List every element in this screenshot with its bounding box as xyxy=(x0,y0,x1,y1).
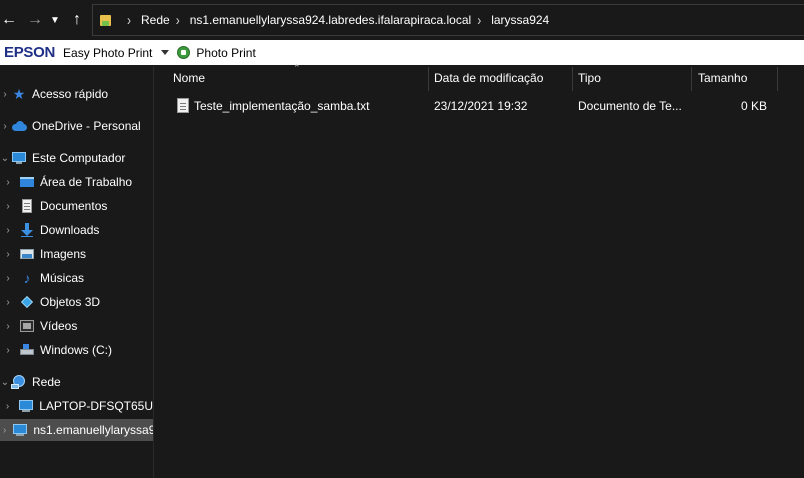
sidebar-item-label: Imagens xyxy=(40,247,87,261)
file-row[interactable]: Teste_implementação_samba.txt 23/12/2021… xyxy=(168,96,778,118)
sidebar-item-label: Windows (C:) xyxy=(40,343,113,357)
star-icon: ★ xyxy=(12,86,26,102)
photo-print-button[interactable]: Photo Print xyxy=(196,46,255,60)
chevron-right-icon[interactable]: › xyxy=(0,121,10,132)
sidebar-item-onedrive[interactable]: › OneDrive - Personal xyxy=(0,115,153,137)
pane-divider[interactable] xyxy=(153,66,154,478)
chevron-right-icon[interactable]: › xyxy=(3,177,13,188)
sidebar-item-este-computador[interactable]: ⌄ Este Computador xyxy=(0,147,153,169)
sidebar-item-label: Documentos xyxy=(40,199,108,213)
epson-toolbar: EPSON Easy Photo Print Photo Print xyxy=(0,40,804,65)
column-header-label: Data de modificação xyxy=(434,71,544,85)
text-file-icon xyxy=(177,98,189,113)
file-modified: 23/12/2021 19:32 xyxy=(434,99,528,113)
sidebar-item-imagens[interactable]: › Imagens xyxy=(0,243,153,265)
chevron-right-icon[interactable]: › xyxy=(3,401,12,412)
column-separator[interactable] xyxy=(777,67,778,91)
chevron-right-icon[interactable]: › xyxy=(3,273,13,284)
sidebar-item-label: Músicas xyxy=(40,271,85,285)
desktop-icon xyxy=(19,174,35,190)
dropdown-icon[interactable] xyxy=(161,50,170,55)
sidebar-item-area-de-trabalho[interactable]: › Área de Trabalho xyxy=(0,171,153,193)
image-icon xyxy=(19,246,35,262)
back-button[interactable]: ← xyxy=(0,5,18,35)
sidebar-item-ns1-server[interactable]: › ns1.emanuellylaryssa924.labredes.ifala… xyxy=(0,419,153,441)
sidebar-item-label: Rede xyxy=(32,375,61,389)
column-header-type[interactable]: Tipo xyxy=(572,66,690,90)
download-icon xyxy=(19,222,35,238)
column-header-name[interactable]: Nome xyxy=(167,66,427,90)
sidebar-item-rede[interactable]: ⌄ Rede xyxy=(0,371,153,393)
document-icon xyxy=(19,198,35,214)
recent-locations-button[interactable]: ▼ xyxy=(48,5,62,35)
photo-print-icon xyxy=(177,46,191,59)
network-folder-icon xyxy=(99,12,113,28)
sidebar-item-label: Objetos 3D xyxy=(40,295,101,309)
file-name: Teste_implementação_samba.txt xyxy=(194,99,370,113)
chevron-right-icon[interactable]: › xyxy=(0,89,10,100)
sidebar-item-videos[interactable]: › Vídeos xyxy=(0,315,153,337)
breadcrumb-rede[interactable]: Rede xyxy=(141,13,170,27)
sidebar-item-downloads[interactable]: › Downloads xyxy=(0,219,153,241)
address-bar[interactable]: › Rede › ns1.emanuellylaryssa924.labrede… xyxy=(92,4,804,36)
chevron-right-icon[interactable]: › xyxy=(3,249,13,260)
easy-photo-print-button[interactable]: Easy Photo Print xyxy=(63,46,152,60)
file-size: 0 KB xyxy=(741,99,768,113)
column-header-label: Nome xyxy=(173,71,206,85)
sidebar-item-label: Acesso rápido xyxy=(32,87,109,101)
sidebar-item-laptop[interactable]: › LAPTOP-DFSQT65U xyxy=(0,395,153,417)
chevron-right-icon[interactable]: › xyxy=(3,225,13,236)
breadcrumb-separator[interactable]: › xyxy=(176,12,180,29)
chevron-down-icon: ▼ xyxy=(50,14,60,26)
chevron-down-icon[interactable]: ⌄ xyxy=(0,377,10,388)
chevron-down-icon[interactable]: ⌄ xyxy=(0,153,10,164)
chevron-right-icon[interactable]: › xyxy=(3,321,13,332)
sidebar-item-objetos-3d[interactable]: › Objetos 3D xyxy=(0,291,153,313)
breadcrumb-share[interactable]: laryssa924 xyxy=(491,13,549,27)
cloud-icon xyxy=(11,118,27,134)
column-header-label: Tipo xyxy=(578,71,601,85)
breadcrumb-separator[interactable]: › xyxy=(127,12,131,29)
chevron-right-icon[interactable]: › xyxy=(3,425,6,436)
column-header-label: Tamanho xyxy=(698,71,748,85)
chevron-right-icon[interactable]: › xyxy=(3,297,13,308)
sidebar-item-label: Este Computador xyxy=(32,151,126,165)
epson-logo: EPSON xyxy=(4,44,56,61)
arrow-right-icon: → xyxy=(27,11,43,28)
sidebar-item-windows-c[interactable]: › Windows (C:) xyxy=(0,339,153,361)
computer-icon xyxy=(18,398,34,414)
column-header-size[interactable]: Tamanho xyxy=(692,66,777,90)
breadcrumb-separator[interactable]: › xyxy=(477,12,481,29)
chevron-right-icon[interactable]: › xyxy=(3,345,13,356)
navigation-pane: › ★ Acesso rápido › OneDrive - Personal … xyxy=(0,66,153,478)
sidebar-item-acesso-rapido[interactable]: › ★ Acesso rápido xyxy=(0,83,153,105)
file-type: Documento de Te... xyxy=(578,99,682,113)
sidebar-item-label: Downloads xyxy=(40,223,100,237)
sidebar-item-musicas[interactable]: › ♪ Músicas xyxy=(0,267,153,289)
sidebar-item-label: LAPTOP-DFSQT65U xyxy=(39,399,153,413)
computer-icon xyxy=(11,150,27,166)
network-icon xyxy=(11,374,27,390)
chevron-right-icon[interactable]: › xyxy=(3,201,13,212)
sidebar-item-label: ns1.emanuellylaryssa924.labredes.ifalara… xyxy=(33,423,153,437)
forward-button[interactable]: → xyxy=(24,5,46,35)
breadcrumb-server[interactable]: ns1.emanuellylaryssa924.labredes.ifalara… xyxy=(190,13,472,27)
up-button[interactable]: ↑ xyxy=(66,5,88,35)
column-header-modified[interactable]: Data de modificação xyxy=(428,66,571,90)
sidebar-item-label: Vídeos xyxy=(40,319,78,333)
navigation-bar: ← → ▼ ↑ › Rede › ns1.emanuellylaryssa924… xyxy=(0,0,804,40)
sidebar-item-label: Área de Trabalho xyxy=(40,175,133,189)
sidebar-item-documentos[interactable]: › Documentos xyxy=(0,195,153,217)
sidebar-item-label: OneDrive - Personal xyxy=(32,119,141,133)
music-icon: ♪ xyxy=(23,270,31,286)
video-icon xyxy=(19,318,35,334)
drive-icon xyxy=(19,342,35,358)
arrow-up-icon: ↑ xyxy=(73,11,81,28)
arrow-left-icon: ← xyxy=(1,11,17,28)
computer-icon xyxy=(12,422,28,438)
cube-icon xyxy=(19,294,35,310)
